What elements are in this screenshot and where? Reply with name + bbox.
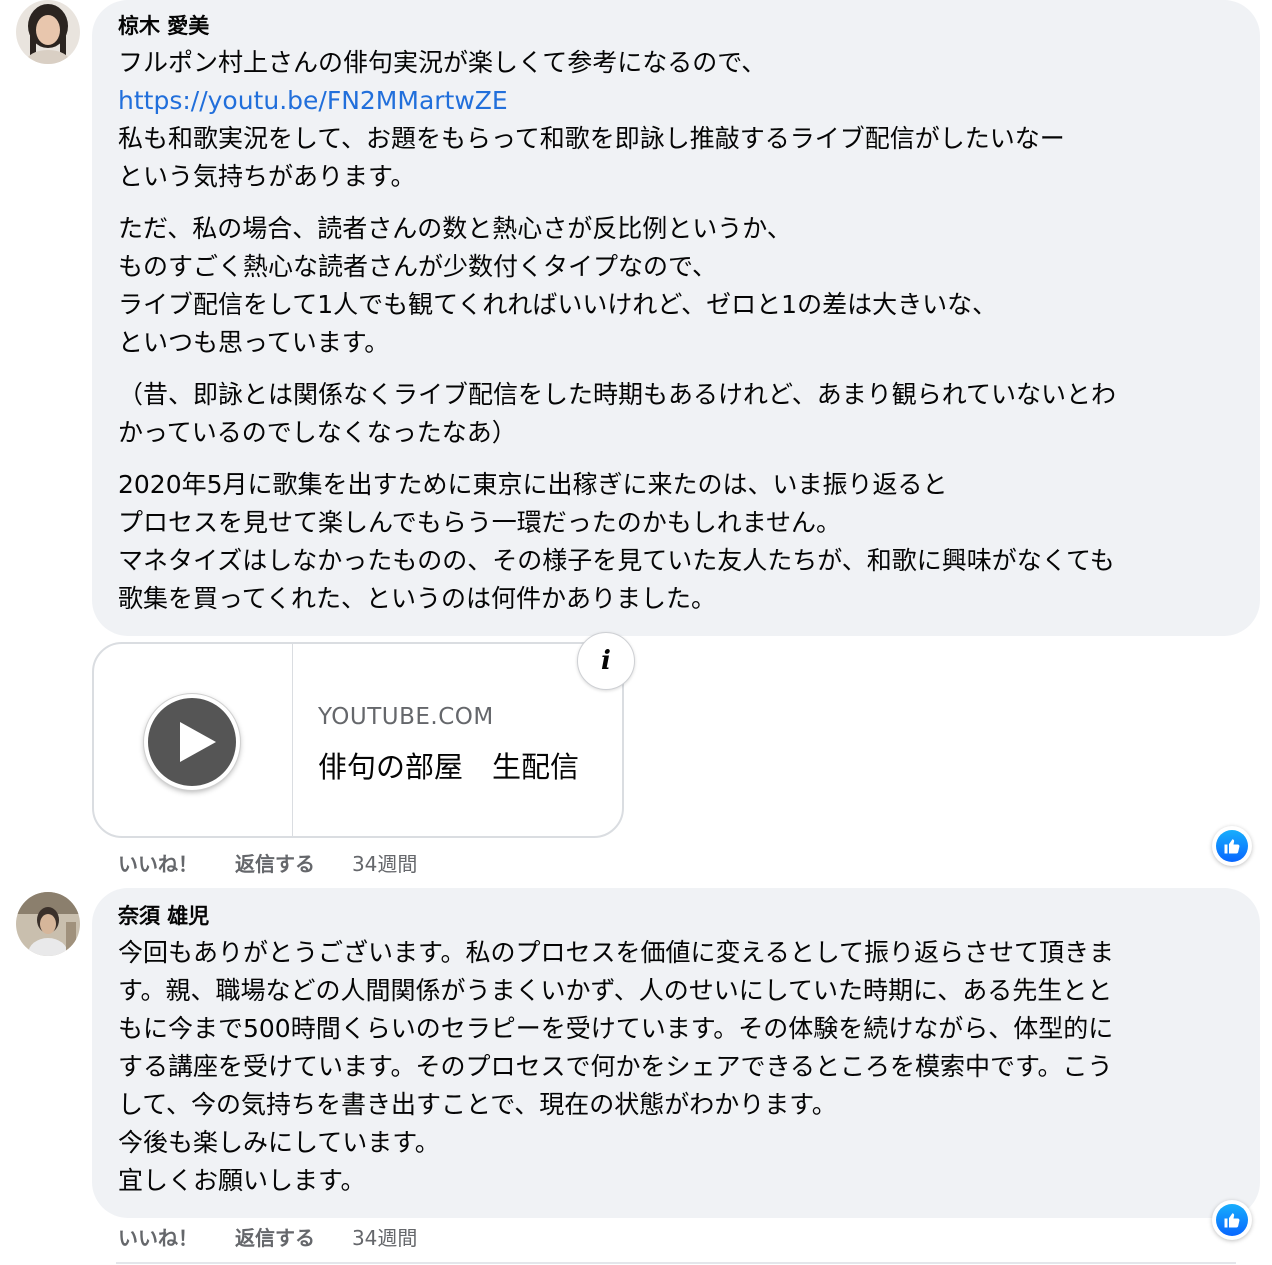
comment-text-line: 私も和歌実況をして、お題をもらって和歌を即詠し推敲するライブ配信がしたいなー [118, 124, 1065, 153]
comment-text-line: という気持ちがあります。 [118, 162, 416, 191]
link-preview-thumbnail[interactable] [94, 644, 293, 836]
comment-text-line: する講座を受けています。そのプロセスで何かをシェアできるところを模索中です。こう [118, 1052, 1113, 1081]
comment-paragraph: 2020年5月に歌集を出すために東京に出稼ぎに来たのは、いま振り返ると プロセス… [118, 466, 1234, 618]
comment-text-line: マネタイズはしなかったものの、その様子を見ていた友人たちが、和歌に興味がなくても [118, 546, 1115, 575]
play-icon[interactable] [144, 694, 240, 790]
divider [116, 1262, 1236, 1264]
comment-text-line: す。親、職場などの人間関係がうまくいかず、人のせいにしていた時期に、ある先生とと [118, 976, 1113, 1005]
comment-actions: いいね！ 返信する 34週間 [118, 1222, 447, 1251]
comment-text-line: 歌集を買ってくれた、というのは何件かありました。 [118, 584, 717, 613]
comment-text-line: 今回もありがとうございます。私のプロセスを価値に変えるとして振り返らさせて頂きま [118, 938, 1115, 967]
reaction-badge[interactable] [1212, 826, 1252, 866]
comment-bubble: 奈須 雄児 今回もありがとうございます。私のプロセスを価値に変えるとして振り返ら… [92, 888, 1260, 1218]
like-button[interactable]: いいね！ [118, 852, 198, 876]
link-preview-domain: YOUTUBE.COM [318, 704, 494, 730]
comment-bubble: 椋木 愛美 フルポン村上さんの俳句実況が楽しくて参考になるので、 https:/… [92, 0, 1260, 636]
comment-text-line: 2020年5月に歌集を出すために東京に出稼ぎに来たのは、いま振り返ると [118, 470, 948, 499]
thumbs-up-icon [1216, 830, 1248, 862]
comment-text-line: プロセスを見せて楽しんでもらう一環だったのかもしれません。 [118, 508, 842, 537]
comment-paragraph: ただ、私の場合、読者さんの数と熱心さが反比例というか、 ものすごく熱心な読者さん… [118, 210, 1234, 362]
like-button[interactable]: いいね！ [118, 1226, 198, 1250]
comment-timestamp[interactable]: 34週間 [352, 1226, 417, 1250]
comment-author[interactable]: 椋木 愛美 [118, 12, 1234, 40]
reply-button[interactable]: 返信する [235, 1226, 315, 1250]
info-icon[interactable]: i [577, 632, 635, 690]
comment-text-line: 宜しくお願いします。 [118, 1166, 366, 1195]
comment-paragraph: （昔、即詠とは関係なくライブ配信をした時期もあるけれど、あまり観られていないとわ… [118, 376, 1234, 452]
comment-paragraph: フルポン村上さんの俳句実況が楽しくて参考になるので、 https://youtu… [118, 44, 1234, 196]
comment-text-line: かっているのでしなくなったなあ） [118, 418, 517, 447]
comment-text-line: ものすごく熱心な読者さんが少数付くタイプなので、 [118, 252, 718, 281]
comment-text-line: ただ、私の場合、読者さんの数と熱心さが反比例というか、 [118, 214, 792, 243]
comment-author[interactable]: 奈須 雄児 [118, 902, 1234, 930]
avatar[interactable] [16, 0, 80, 64]
comment-text-line: もに今まで500時間くらいのセラピーを受けています。その体験を続けながら、体型的… [118, 1014, 1114, 1043]
avatar[interactable] [16, 892, 80, 956]
comment-timestamp[interactable]: 34週間 [352, 852, 417, 876]
comment-text-line: といつも思っています。 [118, 328, 390, 357]
comment-text-line: フルポン村上さんの俳句実況が楽しくて参考になるので、 [118, 48, 767, 77]
comment-paragraph: 今回もありがとうございます。私のプロセスを価値に変えるとして振り返らさせて頂きま… [118, 934, 1234, 1200]
reply-button[interactable]: 返信する [235, 852, 315, 876]
thumbs-up-icon [1216, 1204, 1248, 1236]
comment-text-line: して、今の気持ちを書き出すことで、現在の状態がわかります。 [118, 1090, 837, 1119]
avatar-image [16, 892, 80, 956]
comment-text-line: 今後も楽しみにしています。 [118, 1128, 440, 1157]
link-preview-card[interactable]: YOUTUBE.COM 俳句の部屋 生配信 [92, 642, 624, 838]
comment-link[interactable]: https://youtu.be/FN2MMartwZE [118, 82, 1234, 120]
comment-text-line: （昔、即詠とは関係なくライブ配信をした時期もあるけれど、あまり観られていないとわ [118, 380, 1117, 409]
comment-actions: いいね！ 返信する 34週間 [118, 848, 447, 877]
link-preview-title[interactable]: 俳句の部屋 生配信 [318, 744, 579, 786]
comment-text-line: ライブ配信をして1人でも観てくれればいいけれど、ゼロと1の差は大きいな、 [118, 290, 998, 319]
reaction-badge[interactable] [1212, 1200, 1252, 1240]
avatar-image [16, 0, 80, 64]
